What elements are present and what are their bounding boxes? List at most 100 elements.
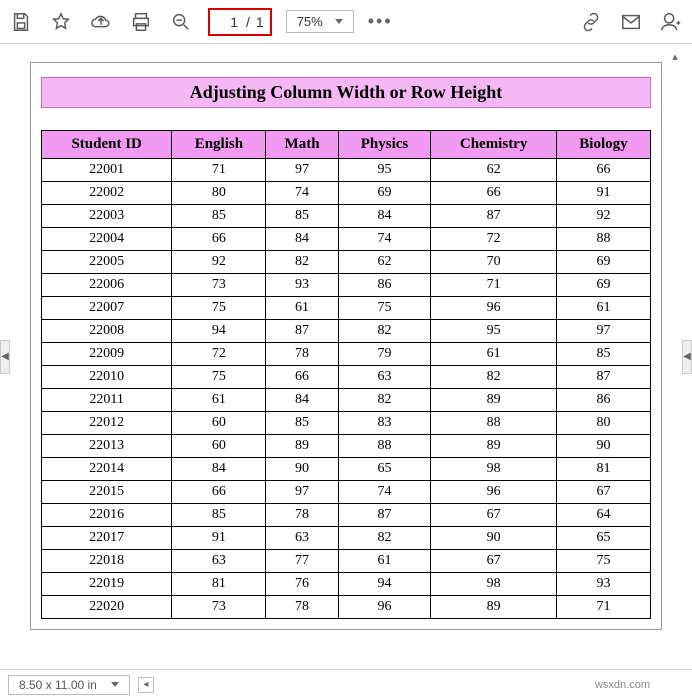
table-cell: 72 xyxy=(431,228,557,251)
zoom-out-icon[interactable] xyxy=(168,9,194,35)
table-cell: 22007 xyxy=(42,297,172,320)
table-cell: 71 xyxy=(172,159,266,182)
scroll-left-icon[interactable]: ◂ xyxy=(138,677,154,693)
column-header: Chemistry xyxy=(431,131,557,159)
star-icon[interactable] xyxy=(48,9,74,35)
table-cell: 81 xyxy=(556,458,650,481)
table-row: 220207378968971 xyxy=(42,596,651,619)
table-cell: 85 xyxy=(172,205,266,228)
table-cell: 62 xyxy=(431,159,557,182)
table-cell: 86 xyxy=(556,389,650,412)
column-header: English xyxy=(172,131,266,159)
table-cell: 85 xyxy=(266,205,338,228)
table-cell: 85 xyxy=(266,412,338,435)
table-cell: 70 xyxy=(431,251,557,274)
page-dimensions[interactable]: 8.50 x 11.00 in xyxy=(8,675,130,695)
print-icon[interactable] xyxy=(128,9,154,35)
table-cell: 66 xyxy=(266,366,338,389)
table-cell: 61 xyxy=(431,343,557,366)
table-row: 220038585848792 xyxy=(42,205,651,228)
table-cell: 98 xyxy=(431,458,557,481)
table-cell: 82 xyxy=(338,389,431,412)
page-total: 1 xyxy=(256,14,264,30)
table-cell: 90 xyxy=(266,458,338,481)
table-cell: 77 xyxy=(266,550,338,573)
table-cell: 66 xyxy=(172,228,266,251)
table-cell: 95 xyxy=(338,159,431,182)
table-row: 220116184828986 xyxy=(42,389,651,412)
email-icon[interactable] xyxy=(618,9,644,35)
table-cell: 67 xyxy=(431,504,557,527)
table-cell: 66 xyxy=(556,159,650,182)
table-cell: 22002 xyxy=(42,182,172,205)
account-add-icon[interactable] xyxy=(658,9,684,35)
table-cell: 66 xyxy=(431,182,557,205)
table-cell: 74 xyxy=(338,228,431,251)
table-cell: 22011 xyxy=(42,389,172,412)
table-cell: 88 xyxy=(431,412,557,435)
table-cell: 78 xyxy=(266,504,338,527)
table-cell: 82 xyxy=(266,251,338,274)
right-panel-toggle[interactable]: ◀ xyxy=(682,340,692,374)
table-row: 220186377616775 xyxy=(42,550,651,573)
cloud-upload-icon[interactable] xyxy=(88,9,114,35)
table-cell: 90 xyxy=(556,435,650,458)
table-cell: 73 xyxy=(172,274,266,297)
table-row: 220089487829597 xyxy=(42,320,651,343)
document-page: Adjusting Column Width or Row Height Stu… xyxy=(30,62,662,630)
column-header: Biology xyxy=(556,131,650,159)
chevron-down-icon xyxy=(111,682,119,687)
table-row: 220067393867169 xyxy=(42,274,651,297)
table-cell: 66 xyxy=(172,481,266,504)
save-icon[interactable] xyxy=(8,9,34,35)
more-options-icon[interactable]: ••• xyxy=(368,11,393,32)
table-cell: 75 xyxy=(172,297,266,320)
table-cell: 22019 xyxy=(42,573,172,596)
table-cell: 96 xyxy=(431,481,557,504)
table-cell: 67 xyxy=(431,550,557,573)
table-cell: 69 xyxy=(556,274,650,297)
left-panel-toggle[interactable]: ◀ xyxy=(0,340,10,374)
table-cell: 75 xyxy=(172,366,266,389)
table-cell: 94 xyxy=(172,320,266,343)
table-cell: 62 xyxy=(338,251,431,274)
link-share-icon[interactable] xyxy=(578,9,604,35)
table-cell: 22004 xyxy=(42,228,172,251)
table-cell: 22009 xyxy=(42,343,172,366)
table-cell: 22018 xyxy=(42,550,172,573)
table-cell: 95 xyxy=(431,320,557,343)
table-cell: 97 xyxy=(266,481,338,504)
table-cell: 64 xyxy=(556,504,650,527)
table-row: 220168578876764 xyxy=(42,504,651,527)
table-cell: 22001 xyxy=(42,159,172,182)
table-cell: 22005 xyxy=(42,251,172,274)
table-cell: 71 xyxy=(556,596,650,619)
table-cell: 91 xyxy=(172,527,266,550)
page-current-input[interactable] xyxy=(216,13,240,31)
table-cell: 96 xyxy=(431,297,557,320)
page-indicator[interactable]: / 1 xyxy=(208,8,272,36)
table-cell: 22013 xyxy=(42,435,172,458)
table-cell: 86 xyxy=(338,274,431,297)
table-cell: 61 xyxy=(556,297,650,320)
table-cell: 82 xyxy=(338,527,431,550)
table-cell: 92 xyxy=(172,251,266,274)
zoom-selector[interactable]: 75% xyxy=(286,10,354,33)
table-cell: 93 xyxy=(556,573,650,596)
toolbar: / 1 75% ••• xyxy=(0,0,692,44)
table-row: 220097278796185 xyxy=(42,343,651,366)
dimensions-label: 8.50 x 11.00 in xyxy=(19,678,97,692)
table-cell: 96 xyxy=(338,596,431,619)
table-cell: 85 xyxy=(172,504,266,527)
chevron-down-icon xyxy=(335,19,343,24)
table-row: 220107566638287 xyxy=(42,366,651,389)
table-cell: 87 xyxy=(338,504,431,527)
table-row: 220077561759661 xyxy=(42,297,651,320)
column-header: Math xyxy=(266,131,338,159)
table-cell: 97 xyxy=(266,159,338,182)
table-cell: 76 xyxy=(266,573,338,596)
scroll-up-icon[interactable]: ▴ xyxy=(667,48,683,64)
table-cell: 81 xyxy=(172,573,266,596)
table-cell: 67 xyxy=(556,481,650,504)
table-cell: 63 xyxy=(338,366,431,389)
